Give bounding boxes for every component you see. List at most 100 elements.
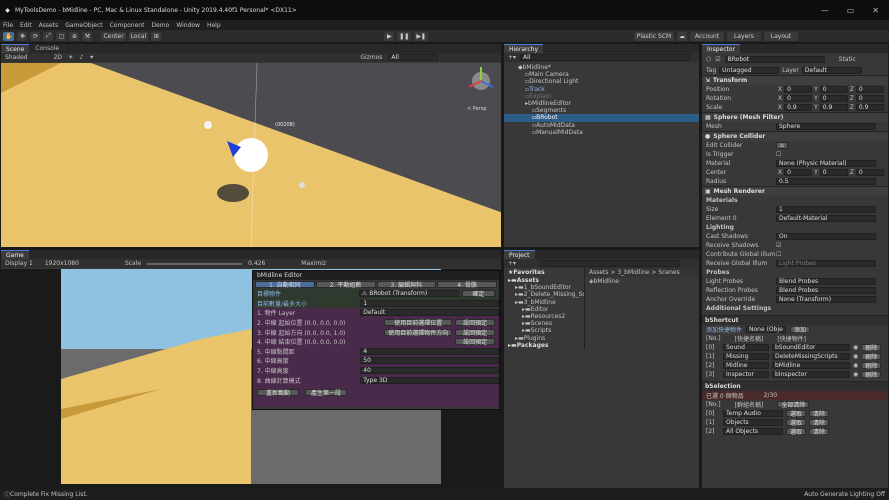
menu-item-component[interactable]: Component <box>110 22 145 29</box>
menu-item-help[interactable]: Help <box>207 22 221 29</box>
hierarchy-item[interactable]: ▸ bMidlineEditor <box>504 100 699 107</box>
project-folder[interactable]: ▸▬ Plugins <box>504 335 584 342</box>
editor-row-action-button[interactable]: 使用目前選擇位置 <box>384 319 453 327</box>
transform-x-field[interactable]: 0.9 <box>784 104 813 111</box>
lighting-label[interactable]: Lighting <box>706 224 734 231</box>
menu-item-edit[interactable]: Edit <box>20 22 32 29</box>
tab-hierarchy[interactable]: Hierarchy <box>504 44 544 53</box>
hierarchy-item[interactable]: ◆ bMidline* <box>504 64 699 71</box>
editor-row-value[interactable]: ⚠ BRobot (Transform) <box>358 290 459 298</box>
tab-inspector[interactable]: Inspector <box>702 44 740 53</box>
scale-tool-button[interactable]: ⤢ <box>43 31 54 41</box>
pivot-local-button[interactable]: Local <box>128 31 149 41</box>
shortcut-name-field[interactable]: Inspector <box>723 371 769 378</box>
hierarchy-item[interactable]: ▫ ManualMidData <box>504 129 699 136</box>
center-z-field[interactable]: 0 <box>855 169 884 176</box>
shortcut-object-field[interactable]: bInspector <box>772 371 850 378</box>
hierarchy-item[interactable]: ▫ Directional Light <box>504 78 699 85</box>
rect-tool-button[interactable]: ▢ <box>56 31 67 41</box>
scene-search-input[interactable]: All <box>388 54 439 61</box>
editor-row-value[interactable]: 50 <box>360 357 499 365</box>
editor-row-reset-button[interactable]: 設回預定 <box>455 319 495 327</box>
project-folder[interactable]: ▸▬ 2_Delete_Missing_Scrip <box>504 291 584 298</box>
transform-header[interactable]: ⇲ Transform <box>702 75 888 85</box>
project-folder[interactable]: ▸▬ Assets <box>504 277 584 284</box>
lighting-icon[interactable]: ☀ <box>68 54 73 61</box>
selection-clear-button[interactable]: 清除 <box>809 428 830 436</box>
scale-slider[interactable] <box>147 262 243 265</box>
element0-field[interactable]: Default-Material <box>776 215 876 222</box>
display-dropdown[interactable]: Display 1 <box>5 260 33 267</box>
editor-row-action-button[interactable]: 使用目前選擇物件方向 <box>384 328 453 337</box>
hand-tool-button[interactable]: ✋ <box>3 31 15 41</box>
shortcut-name-field[interactable]: Missing <box>723 353 769 360</box>
center-y-field[interactable]: 0 <box>819 169 848 176</box>
layout-dropdown[interactable]: Layout <box>763 31 798 41</box>
clear-all-button[interactable]: 全部清除 <box>777 401 810 409</box>
add-asset-icon[interactable]: +▾ <box>508 260 516 267</box>
scene-file-item[interactable]: ◈ bMidline <box>585 277 699 286</box>
shortcut-name-field[interactable]: Midline <box>723 362 769 369</box>
collider-header[interactable]: ● Sphere Collider <box>702 131 888 141</box>
selection-clear-button[interactable]: 清除 <box>809 410 830 418</box>
rotate-tool-button[interactable]: ⟳ <box>30 31 41 41</box>
radius-field[interactable]: 0.5 <box>776 178 876 185</box>
transform-z-field[interactable]: 0 <box>855 95 884 102</box>
shortcut-delete-button[interactable]: 刪除 <box>861 371 882 379</box>
gizmos-dropdown[interactable]: Gizmos <box>360 54 382 61</box>
editor-row-value[interactable]: Type 3D <box>360 376 499 384</box>
transform-z-field[interactable]: 0 <box>855 86 884 93</box>
maximize-toggle[interactable]: Maximiz <box>301 260 326 267</box>
shortcut-object-field[interactable]: DeleteMissingScripts <box>772 353 850 360</box>
is-trigger-checkbox[interactable]: ☐ <box>776 151 781 158</box>
static-toggle[interactable]: Static <box>839 56 856 63</box>
project-folder[interactable]: ▸▬ Packages <box>504 342 584 349</box>
generate-button[interactable]: 產生第一段 <box>305 388 347 397</box>
hierarchy-item[interactable]: ▫ Explain <box>504 93 699 100</box>
grid-snap-button[interactable]: ⊞ <box>151 31 162 41</box>
center-x-field[interactable]: 0 <box>784 169 813 176</box>
tab-project[interactable]: Project <box>504 250 535 259</box>
scene-viewport[interactable] <box>1 63 502 248</box>
menu-item-assets[interactable]: Assets <box>39 22 59 29</box>
editor-tab-4[interactable]: 4. 骨骼 <box>437 281 497 289</box>
selection-select-button[interactable]: 選取 <box>786 419 807 427</box>
contribute-gi-checkbox[interactable]: ☐ <box>776 251 781 258</box>
add-icon[interactable]: +▾ <box>508 54 516 61</box>
sphere-object[interactable] <box>234 138 268 172</box>
menu-item-demo[interactable]: Demo <box>151 22 169 29</box>
menu-item-gameobject[interactable]: GameObject <box>65 22 102 29</box>
additional-settings-label[interactable]: Additional Settings <box>706 305 771 312</box>
project-breadcrumb[interactable]: Assets > 3_bMidline > Scenes <box>585 268 699 277</box>
transform-y-field[interactable]: 0 <box>819 95 848 102</box>
shading-dropdown[interactable]: Shaded <box>5 54 28 61</box>
custom-tool-button[interactable]: ⚒ <box>82 31 93 41</box>
favorites-header[interactable]: ★ Favorites <box>504 268 584 277</box>
persp-label[interactable]: < Persp <box>467 106 487 112</box>
audio-icon[interactable]: ♪ <box>79 54 83 61</box>
project-folder[interactable]: ▸▬ 3_bMidline <box>504 299 584 306</box>
shortcut-delete-button[interactable]: 刪除 <box>861 353 882 361</box>
transform-x-field[interactable]: 0 <box>784 95 813 102</box>
transform-x-field[interactable]: 0 <box>784 86 813 93</box>
project-folder[interactable]: ▸▬ Scripts <box>504 327 584 334</box>
selection-name-field[interactable]: Objects <box>723 419 783 426</box>
cast-shadows-dropdown[interactable]: On <box>776 233 876 240</box>
mode-2d-toggle[interactable]: 2D <box>54 54 62 61</box>
editor-row-reset-button[interactable]: 確定 <box>461 290 495 298</box>
project-folder[interactable]: ▸▬ Editor <box>504 306 584 313</box>
plastic-scm-button[interactable]: Plastic SCM <box>633 31 674 41</box>
project-folder[interactable]: ▸▬ Resources2 <box>504 313 584 320</box>
reflection-probes-dropdown[interactable]: Blend Probes <box>776 287 876 294</box>
target-icon[interactable]: ◉ <box>853 362 858 369</box>
shortcut-object-field[interactable]: bSoundEditor <box>772 344 850 351</box>
play-button[interactable]: ▶ <box>384 31 395 41</box>
editor-row-value[interactable]: 4 <box>360 347 499 355</box>
tab-game[interactable]: Game <box>1 250 29 259</box>
shortcut-add-button[interactable]: 添加 <box>790 326 811 334</box>
effects-icon[interactable]: ✦ <box>89 54 94 61</box>
reload-button[interactable]: 重新載動 <box>257 388 299 397</box>
probes-label[interactable]: Probes <box>706 269 729 276</box>
menu-item-file[interactable]: File <box>3 22 13 29</box>
size-field[interactable]: 1 <box>776 206 876 213</box>
